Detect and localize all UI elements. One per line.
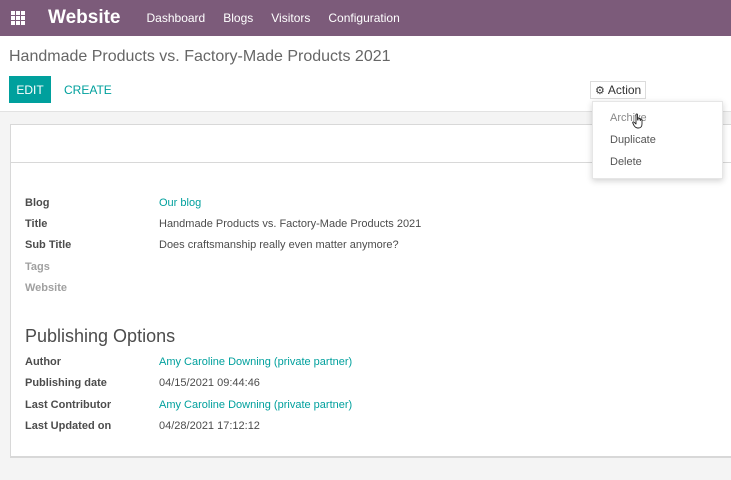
action-button[interactable]: ⚙ Action <box>590 81 647 99</box>
sheet-bottom-border <box>10 457 731 458</box>
publishing-date-value: 04/15/2021 09:44:46 <box>159 377 260 389</box>
last-updated-label: Last Updated on <box>25 420 112 432</box>
tags-label: Tags <box>25 261 50 273</box>
action-label: Action <box>607 83 642 97</box>
duplicate-menu-item[interactable]: Duplicate <box>610 134 656 146</box>
app-name[interactable]: Website <box>48 7 121 29</box>
publishing-date-label: Publishing date <box>25 377 107 389</box>
menu-item-configuration[interactable]: Configuration <box>328 11 399 25</box>
top-menu: Dashboard Blogs Visitors Configuration <box>147 11 418 25</box>
create-button[interactable]: CREATE <box>62 76 114 103</box>
apps-grid-icon[interactable] <box>11 11 25 25</box>
blog-label: Blog <box>25 197 50 209</box>
title-label: Title <box>25 218 48 230</box>
menu-item-dashboard[interactable]: Dashboard <box>147 11 206 25</box>
gear-icon: ⚙ <box>595 84 605 97</box>
delete-menu-item[interactable]: Delete <box>610 156 642 168</box>
hand-cursor-icon <box>632 113 643 129</box>
menu-item-visitors[interactable]: Visitors <box>271 11 310 25</box>
author-label: Author <box>25 356 62 368</box>
subtitle-label: Sub Title <box>25 239 72 251</box>
menu-item-blogs[interactable]: Blogs <box>223 11 253 25</box>
action-dropdown-menu: Archive Duplicate Delete <box>592 101 723 179</box>
publishing-options-title: Publishing Options <box>25 326 176 346</box>
title-value: Handmade Products vs. Factory-Made Produ… <box>159 218 422 230</box>
author-value[interactable]: Amy Caroline Downing (private partner) <box>159 356 352 368</box>
subtitle-value: Does craftsmanship really even matter an… <box>159 239 399 251</box>
top-navbar: Website Dashboard Blogs Visitors Configu… <box>0 0 731 36</box>
blog-value[interactable]: Our blog <box>159 197 201 209</box>
last-updated-value: 04/28/2021 17:12:12 <box>159 420 260 432</box>
breadcrumb-title: Handmade Products vs. Factory-Made Produ… <box>9 48 391 65</box>
edit-button[interactable]: EDIT <box>9 76 51 103</box>
last-contributor-value[interactable]: Amy Caroline Downing (private partner) <box>159 399 352 411</box>
website-label: Website <box>25 282 67 294</box>
last-contributor-label: Last Contributor <box>25 399 112 411</box>
